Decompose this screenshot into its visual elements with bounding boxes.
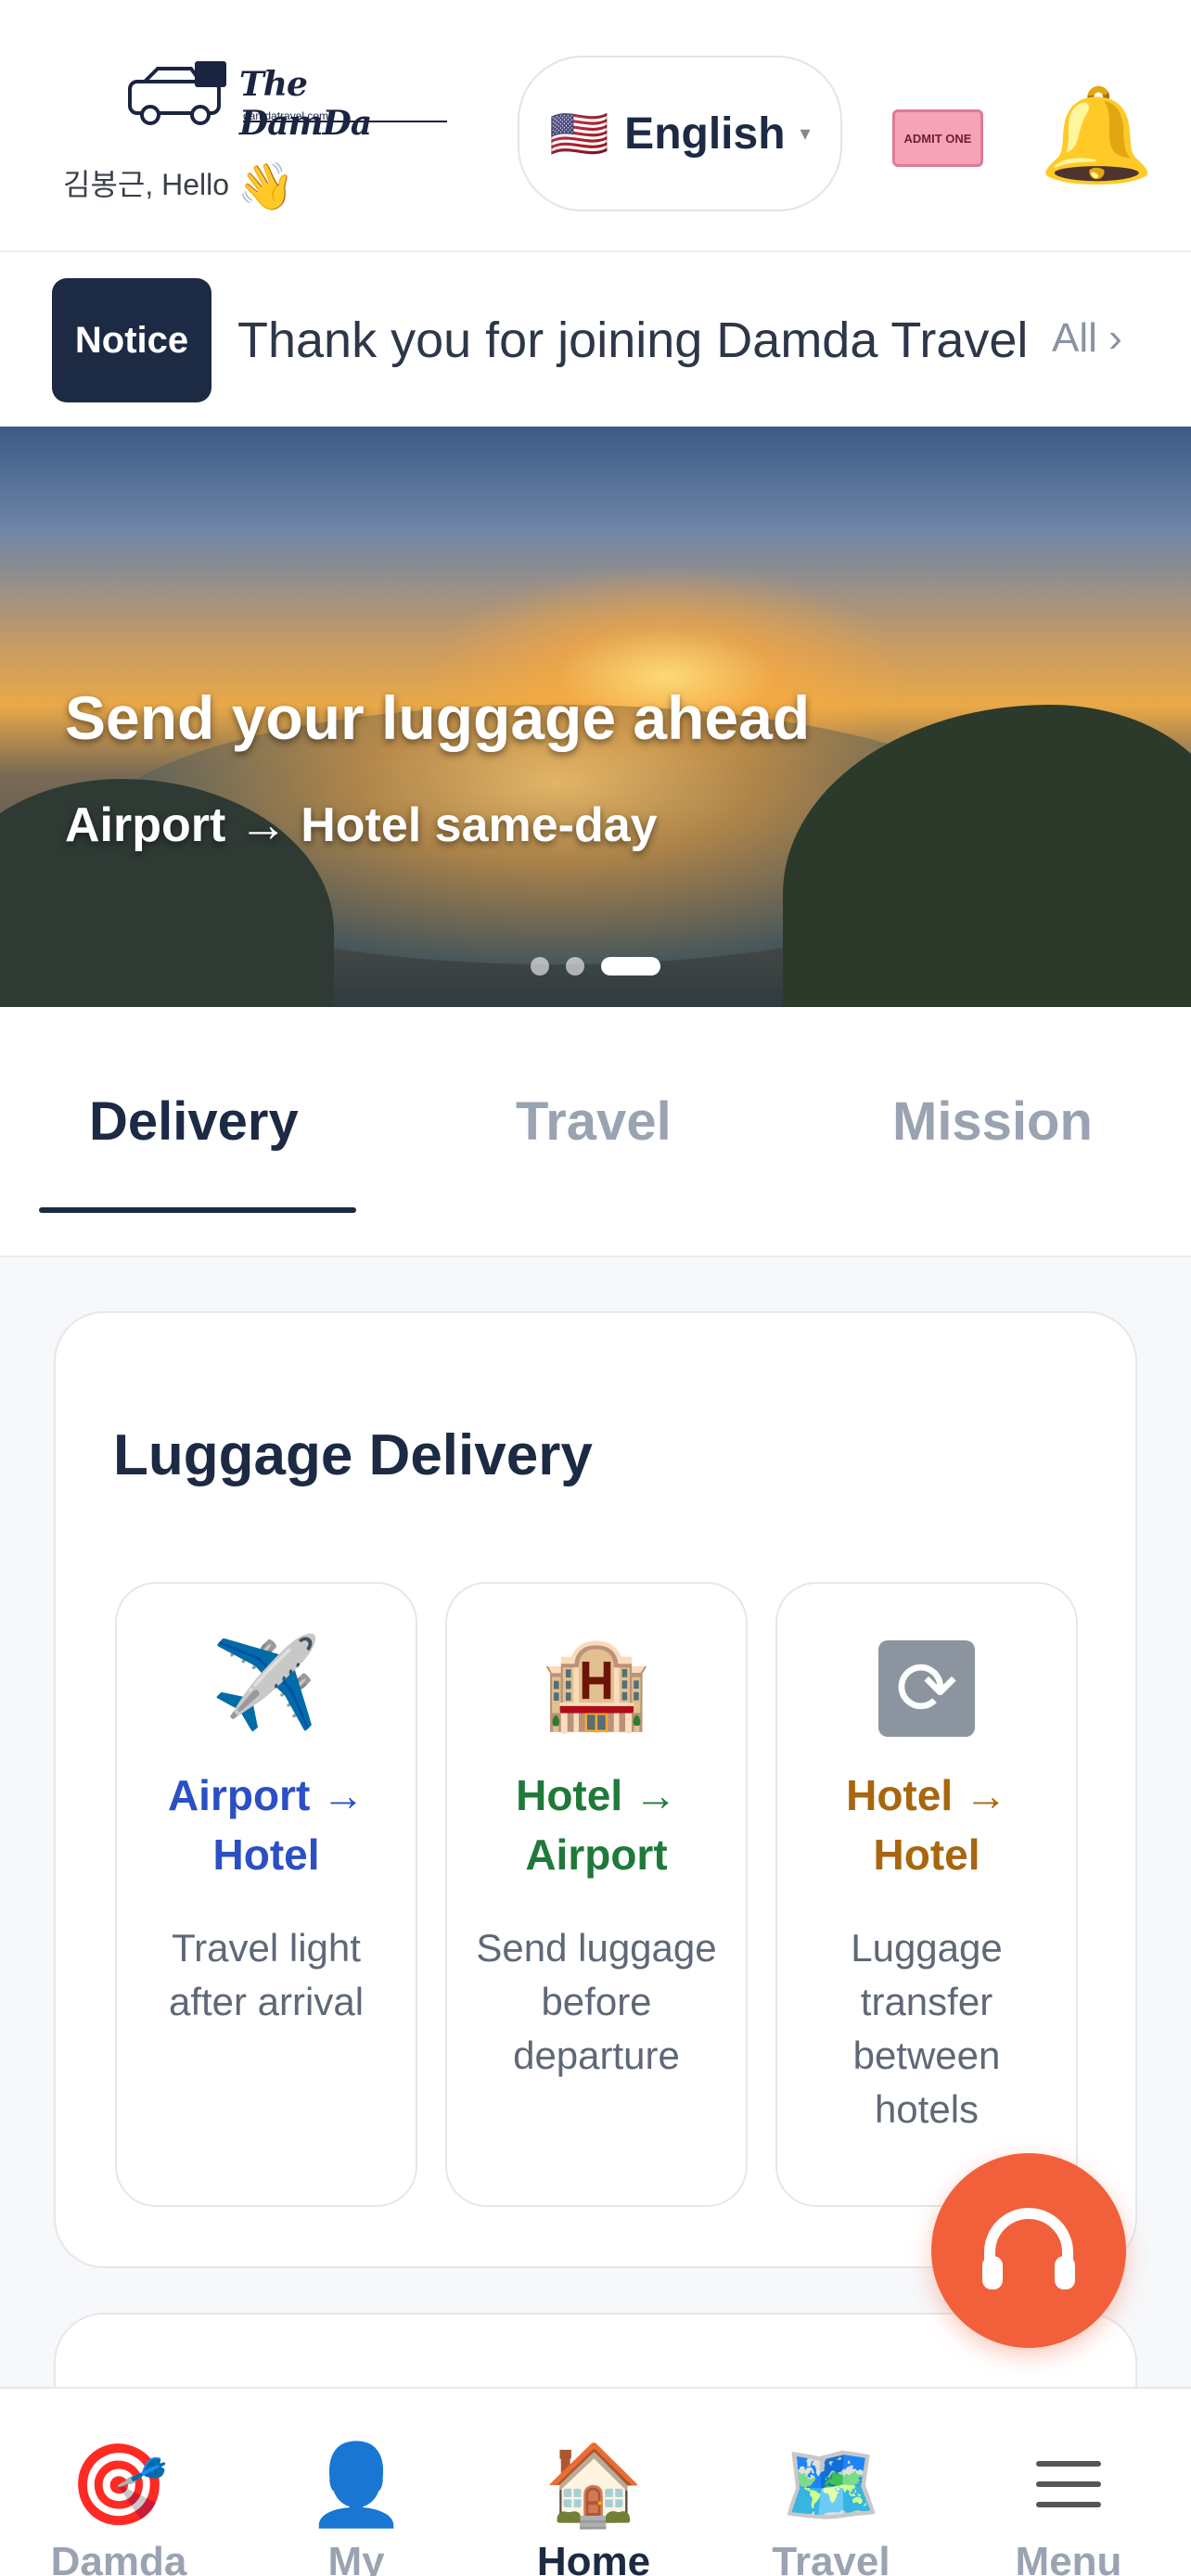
- service-airport-to-hotel[interactable]: ✈️ Airport → Hotel Travel light after ar…: [115, 1582, 417, 2207]
- home-icon: 🏠: [544, 2441, 644, 2530]
- logo-text: The DamDa: [239, 65, 372, 143]
- logo[interactable]: The DamDa damdatravel.com: [126, 56, 447, 143]
- banner-title: Send your luggage ahead: [65, 683, 811, 752]
- nav-label: Menu: [1015, 2539, 1122, 2576]
- bell-icon[interactable]: 🔔: [1039, 89, 1155, 182]
- bottom-navigation: 🎯 Damda 👤 My 🏠 Home 🗺️ Travel Menu: [0, 2387, 1191, 2576]
- notice-badge: Notice: [52, 278, 211, 402]
- carousel-dot[interactable]: [531, 957, 549, 976]
- chevron-down-icon: ▾: [800, 121, 811, 145]
- map-icon: 🗺️: [781, 2441, 881, 2530]
- app-header: The DamDa damdatravel.com 김봉근, Hello 👋 🇺…: [0, 0, 1191, 252]
- luggage-delivery-card: Luggage Delivery ✈️ Airport → Hotel Trav…: [54, 1311, 1137, 2268]
- carousel-indicator: [531, 957, 660, 976]
- service-hotel-to-airport[interactable]: 🏨 Hotel → Airport Send luggage before de…: [445, 1582, 748, 2207]
- notice-all-link[interactable]: All ›: [1052, 315, 1122, 362]
- waving-hand-icon: 👋: [237, 160, 296, 212]
- target-icon: 🎯: [69, 2441, 169, 2530]
- greeting-text: 김봉근, Hello: [63, 167, 230, 201]
- service-name: Hotel → Airport: [516, 1771, 677, 1879]
- nav-damda[interactable]: 🎯 Damda: [0, 2389, 237, 2576]
- language-selector[interactable]: 🇺🇸 English ▾: [518, 56, 842, 211]
- refresh-icon: ⟳: [777, 1634, 1076, 1737]
- airplane-icon: ✈️: [211, 1634, 322, 1733]
- nav-my[interactable]: 👤 My: [237, 2389, 475, 2576]
- nav-label: Travel: [772, 2539, 890, 2576]
- promo-banner[interactable]: Send your luggage ahead Airport → Hotel …: [0, 427, 1191, 1007]
- notice-text[interactable]: Thank you for joining Damda Travel: [237, 312, 1035, 369]
- service-hotel-to-hotel[interactable]: ⟳ Hotel → Hotel Luggage transfer between…: [775, 1582, 1078, 2207]
- van-logo-icon: [128, 61, 226, 125]
- banner-subtitle: Airport → Hotel same-day: [65, 798, 658, 852]
- tab-travel[interactable]: Travel: [516, 1090, 672, 1153]
- service-name: Hotel → Hotel: [846, 1771, 1007, 1879]
- carousel-dot-active[interactable]: [601, 957, 660, 976]
- nav-label: Damda: [50, 2539, 187, 2576]
- ticket-icon[interactable]: ADMIT ONE: [892, 109, 983, 167]
- notice-bar[interactable]: Notice Thank you for joining Damda Trave…: [0, 252, 1191, 427]
- service-description: Luggage transfer between hotels: [851, 1926, 1003, 2131]
- nav-label: My: [327, 2539, 385, 2576]
- nav-home[interactable]: 🏠 Home: [475, 2389, 712, 2576]
- tab-delivery[interactable]: Delivery: [89, 1090, 299, 1153]
- nav-label: Home: [536, 2539, 651, 2576]
- service-description: Travel light after arrival: [168, 1926, 365, 2023]
- hotel-icon: 🏨: [541, 1634, 652, 1733]
- menu-icon: [950, 2439, 1187, 2531]
- carousel-dot[interactable]: [566, 957, 584, 976]
- card-title: Luggage Delivery: [113, 1423, 593, 1487]
- headset-icon: [982, 2208, 1075, 2289]
- service-description: Send luggage before departure: [476, 1926, 717, 2077]
- nav-travel[interactable]: 🗺️ Travel: [712, 2389, 950, 2576]
- service-name: Airport → Hotel: [167, 1771, 365, 1879]
- category-tabs: Delivery Travel Mission: [0, 1007, 1191, 1257]
- nav-menu[interactable]: Menu: [950, 2389, 1187, 2576]
- customer-support-button[interactable]: [931, 2153, 1126, 2348]
- logo-underline: [243, 121, 447, 122]
- tab-mission[interactable]: Mission: [892, 1090, 1093, 1153]
- us-flag-icon: 🇺🇸: [549, 107, 610, 161]
- ticket-label: ADMIT ONE: [903, 131, 972, 146]
- language-label: English: [624, 108, 786, 159]
- active-tab-indicator: [39, 1207, 356, 1213]
- user-greeting: 김봉근, Hello 👋: [63, 159, 295, 214]
- user-icon: 👤: [306, 2441, 406, 2530]
